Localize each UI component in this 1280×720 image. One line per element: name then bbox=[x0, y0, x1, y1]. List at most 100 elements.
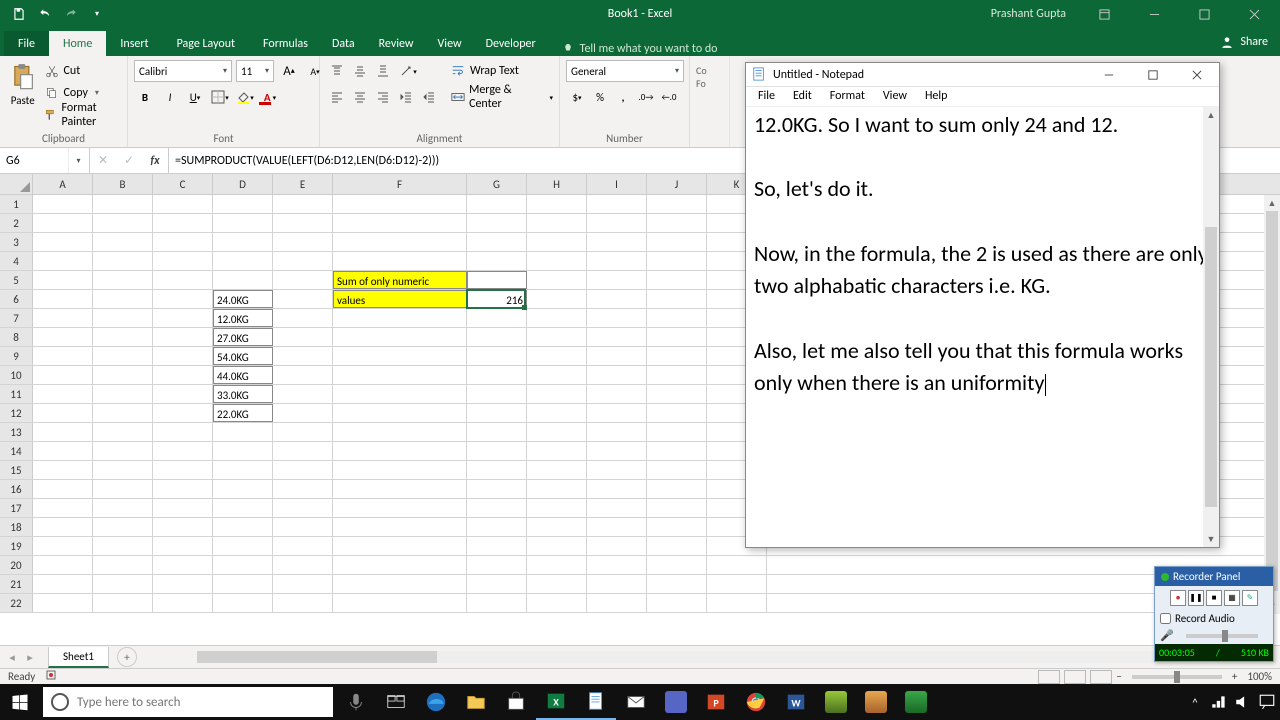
cell[interactable] bbox=[33, 195, 93, 213]
cell[interactable] bbox=[153, 347, 213, 365]
tray-network-icon[interactable] bbox=[1210, 693, 1228, 711]
cell[interactable] bbox=[587, 195, 647, 213]
cell[interactable] bbox=[467, 423, 527, 441]
accounting-format-button[interactable]: $▾ bbox=[566, 86, 588, 108]
cell[interactable] bbox=[93, 347, 153, 365]
cell[interactable] bbox=[33, 575, 93, 593]
task-view-icon[interactable] bbox=[376, 684, 416, 720]
taskbar-app-mail[interactable] bbox=[616, 684, 656, 720]
row-header[interactable]: 22 bbox=[0, 594, 33, 612]
cell[interactable] bbox=[33, 309, 93, 327]
cell[interactable] bbox=[93, 195, 153, 213]
scroll-thumb[interactable] bbox=[1266, 211, 1278, 591]
cell[interactable] bbox=[587, 556, 647, 574]
col-header[interactable]: C bbox=[153, 174, 213, 194]
cell[interactable] bbox=[587, 575, 647, 593]
row-header[interactable]: 18 bbox=[0, 518, 33, 536]
cell[interactable] bbox=[153, 195, 213, 213]
cell[interactable] bbox=[93, 309, 153, 327]
scroll-up-icon[interactable]: ▲ bbox=[1264, 195, 1280, 211]
decrease-decimal-button[interactable]: ←.0 bbox=[658, 86, 680, 108]
cell[interactable] bbox=[213, 518, 273, 536]
cell[interactable] bbox=[213, 442, 273, 460]
row-header[interactable]: 2 bbox=[0, 214, 33, 232]
align-bottom-button[interactable] bbox=[372, 60, 394, 82]
cell[interactable] bbox=[467, 271, 527, 289]
cell[interactable] bbox=[93, 594, 153, 612]
cell[interactable] bbox=[273, 404, 333, 422]
cell[interactable] bbox=[33, 442, 93, 460]
taskbar-app-generic4[interactable] bbox=[896, 684, 936, 720]
zoom-level[interactable]: 100% bbox=[1247, 670, 1272, 683]
cell[interactable] bbox=[467, 594, 527, 612]
cell[interactable] bbox=[93, 442, 153, 460]
increase-indent-button[interactable] bbox=[418, 86, 440, 108]
cell[interactable] bbox=[93, 233, 153, 251]
cell[interactable] bbox=[467, 309, 527, 327]
record-audio-row[interactable]: Record Audio bbox=[1155, 610, 1273, 627]
italic-button[interactable]: I bbox=[159, 86, 181, 108]
align-middle-button[interactable] bbox=[349, 60, 371, 82]
font-color-button[interactable]: A▾ bbox=[259, 86, 281, 108]
cell[interactable] bbox=[273, 480, 333, 498]
cell[interactable] bbox=[333, 499, 467, 517]
taskbar-app-notepad[interactable] bbox=[576, 684, 616, 720]
col-header[interactable]: J bbox=[647, 174, 707, 194]
zoom-out-icon[interactable]: − bbox=[1116, 670, 1121, 683]
cell[interactable] bbox=[153, 461, 213, 479]
cancel-formula-icon[interactable]: ✕ bbox=[90, 148, 116, 173]
cell[interactable] bbox=[527, 499, 587, 517]
cell[interactable] bbox=[273, 423, 333, 441]
cell[interactable] bbox=[527, 518, 587, 536]
col-header[interactable]: I bbox=[587, 174, 647, 194]
cell[interactable]: 24.0KG bbox=[213, 290, 273, 308]
row-header[interactable]: 10 bbox=[0, 366, 33, 384]
cell[interactable] bbox=[707, 594, 767, 612]
cell[interactable] bbox=[33, 594, 93, 612]
cell[interactable] bbox=[587, 480, 647, 498]
cell[interactable] bbox=[153, 423, 213, 441]
cell[interactable] bbox=[93, 271, 153, 289]
cell[interactable] bbox=[647, 385, 707, 403]
cell[interactable] bbox=[647, 271, 707, 289]
qat-customize-icon[interactable]: ▾ bbox=[86, 3, 108, 25]
col-header[interactable]: A bbox=[33, 174, 93, 194]
cell[interactable] bbox=[467, 233, 527, 251]
row-header[interactable]: 13 bbox=[0, 423, 33, 441]
cell[interactable] bbox=[587, 252, 647, 270]
cell[interactable] bbox=[333, 575, 467, 593]
cell[interactable] bbox=[33, 556, 93, 574]
cell[interactable] bbox=[467, 347, 527, 365]
cell[interactable] bbox=[527, 290, 587, 308]
cell[interactable]: Sum of only numeric bbox=[333, 271, 467, 289]
cell[interactable] bbox=[587, 537, 647, 555]
save-icon[interactable] bbox=[8, 3, 30, 25]
notepad-close-icon[interactable] bbox=[1175, 63, 1219, 87]
taskbar-app-chrome[interactable] bbox=[736, 684, 776, 720]
grow-font-button[interactable]: A▴ bbox=[278, 60, 300, 82]
cell[interactable] bbox=[527, 328, 587, 346]
cell[interactable] bbox=[467, 518, 527, 536]
tab-pagelayout[interactable]: Page Layout bbox=[163, 31, 249, 56]
cell[interactable] bbox=[93, 537, 153, 555]
cell[interactable] bbox=[33, 290, 93, 308]
cell[interactable] bbox=[527, 385, 587, 403]
bold-button[interactable]: B bbox=[134, 86, 156, 108]
taskbar-app-generic1[interactable] bbox=[656, 684, 696, 720]
cell[interactable] bbox=[527, 442, 587, 460]
cell[interactable] bbox=[527, 195, 587, 213]
cell[interactable] bbox=[93, 252, 153, 270]
tell-me-search[interactable]: Tell me what you want to do bbox=[554, 42, 726, 56]
ribbon-display-options-icon[interactable] bbox=[1082, 0, 1126, 28]
cell[interactable] bbox=[333, 195, 467, 213]
notepad-menu-format[interactable]: Format bbox=[822, 87, 873, 106]
cell[interactable] bbox=[273, 309, 333, 327]
cell[interactable] bbox=[273, 518, 333, 536]
cell[interactable] bbox=[273, 499, 333, 517]
taskbar-app-generic3[interactable] bbox=[856, 684, 896, 720]
row-header[interactable]: 3 bbox=[0, 233, 33, 251]
cell[interactable] bbox=[467, 404, 527, 422]
borders-button[interactable]: ▾ bbox=[209, 86, 231, 108]
zoom-in-icon[interactable]: + bbox=[1232, 670, 1237, 683]
col-header[interactable]: F bbox=[333, 174, 467, 194]
